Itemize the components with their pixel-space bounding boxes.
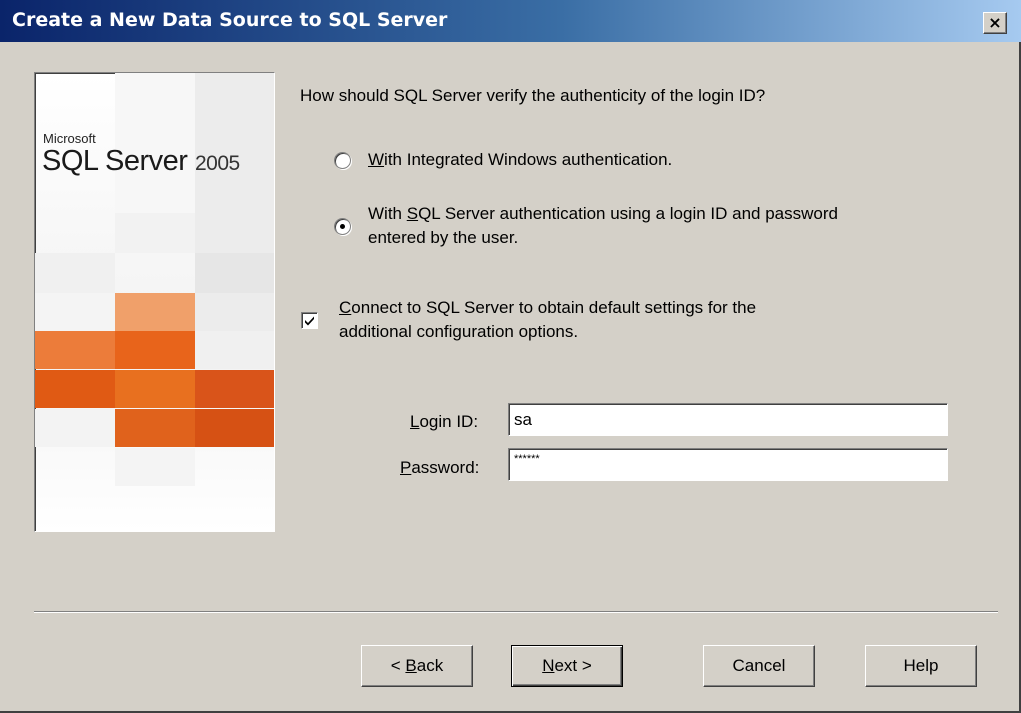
logo-product: SQL Server 2005 bbox=[42, 145, 240, 180]
label-text: onnect to SQL Server to obtain default s… bbox=[351, 298, 757, 317]
help-button[interactable]: Help bbox=[865, 645, 977, 687]
mnemonic: N bbox=[542, 656, 555, 675]
label-text: ext > bbox=[554, 656, 592, 675]
checkmark-icon bbox=[305, 316, 314, 326]
logo-tile bbox=[195, 331, 274, 369]
logo-tile-orange bbox=[35, 331, 115, 369]
radio-sql-auth-label[interactable]: With SQL Server authentication using a l… bbox=[368, 204, 838, 224]
logo-company: Microsoft bbox=[43, 131, 96, 146]
logo-tile bbox=[115, 448, 195, 486]
label-text: ith Integrated Windows authentication. bbox=[384, 150, 673, 169]
mnemonic: B bbox=[405, 656, 417, 675]
logo-tile bbox=[195, 253, 274, 293]
logo-tile-orange bbox=[115, 331, 195, 369]
label-text: assword: bbox=[411, 458, 480, 477]
logo-product-version: 2005 bbox=[195, 152, 240, 175]
logo-tile-orange bbox=[195, 409, 274, 447]
radio-windows-auth[interactable] bbox=[334, 152, 351, 169]
logo-tile bbox=[35, 293, 115, 331]
radio-sql-auth-label-line2[interactable]: entered by the user. bbox=[368, 228, 518, 248]
radio-selected-dot bbox=[340, 224, 345, 229]
auth-question: How should SQL Server verify the authent… bbox=[300, 86, 766, 105]
logo-tile bbox=[35, 409, 115, 447]
logo-tile bbox=[115, 213, 195, 253]
mnemonic: C bbox=[339, 298, 352, 317]
password-label: Password: bbox=[400, 458, 479, 478]
button-separator bbox=[34, 611, 998, 613]
close-button[interactable]: × bbox=[983, 12, 1007, 34]
logo-tile-orange bbox=[115, 409, 195, 447]
logo-tile bbox=[115, 73, 195, 213]
mnemonic: W bbox=[368, 150, 385, 169]
logo-tile-orange bbox=[35, 370, 115, 408]
logo-tile bbox=[195, 293, 274, 331]
close-icon: × bbox=[988, 12, 1002, 32]
mnemonic: P bbox=[400, 458, 412, 477]
connect-checkbox[interactable] bbox=[301, 312, 318, 329]
mnemonic: S bbox=[406, 204, 419, 223]
logo-tile bbox=[35, 253, 115, 293]
logo-tile-orange bbox=[115, 370, 195, 408]
connect-checkbox-label[interactable]: Connect to SQL Server to obtain default … bbox=[339, 298, 756, 318]
logo-tile-orange bbox=[195, 370, 274, 408]
cancel-button[interactable]: Cancel bbox=[703, 645, 815, 687]
window-title: Create a New Data Source to SQL Server bbox=[12, 9, 448, 31]
label-text: < bbox=[390, 656, 406, 675]
logo-product-name: SQL Server bbox=[42, 145, 188, 177]
dialog-window: Create a New Data Source to SQL Server ×… bbox=[0, 0, 1021, 713]
product-logo-panel: Microsoft SQL Server 2005 bbox=[34, 72, 275, 532]
radio-windows-auth-label[interactable]: With Integrated Windows authentication. bbox=[368, 150, 672, 170]
label-text: ogin ID: bbox=[419, 412, 479, 431]
login-id-input[interactable]: sa bbox=[508, 403, 948, 436]
back-button[interactable]: < Back bbox=[361, 645, 473, 687]
radio-sql-auth[interactable] bbox=[334, 218, 351, 235]
label-text: QL Server authentication using a login I… bbox=[418, 204, 838, 223]
label-text: ack bbox=[416, 656, 444, 675]
password-input[interactable]: ****** bbox=[508, 448, 948, 481]
next-button[interactable]: Next > bbox=[511, 645, 623, 687]
title-bar[interactable]: Create a New Data Source to SQL Server × bbox=[0, 0, 1021, 42]
connect-checkbox-label-line2[interactable]: additional configuration options. bbox=[339, 322, 578, 342]
label-text: With bbox=[368, 204, 407, 223]
login-id-label: Login ID: bbox=[410, 412, 478, 432]
logo-tile-orange bbox=[115, 293, 195, 331]
